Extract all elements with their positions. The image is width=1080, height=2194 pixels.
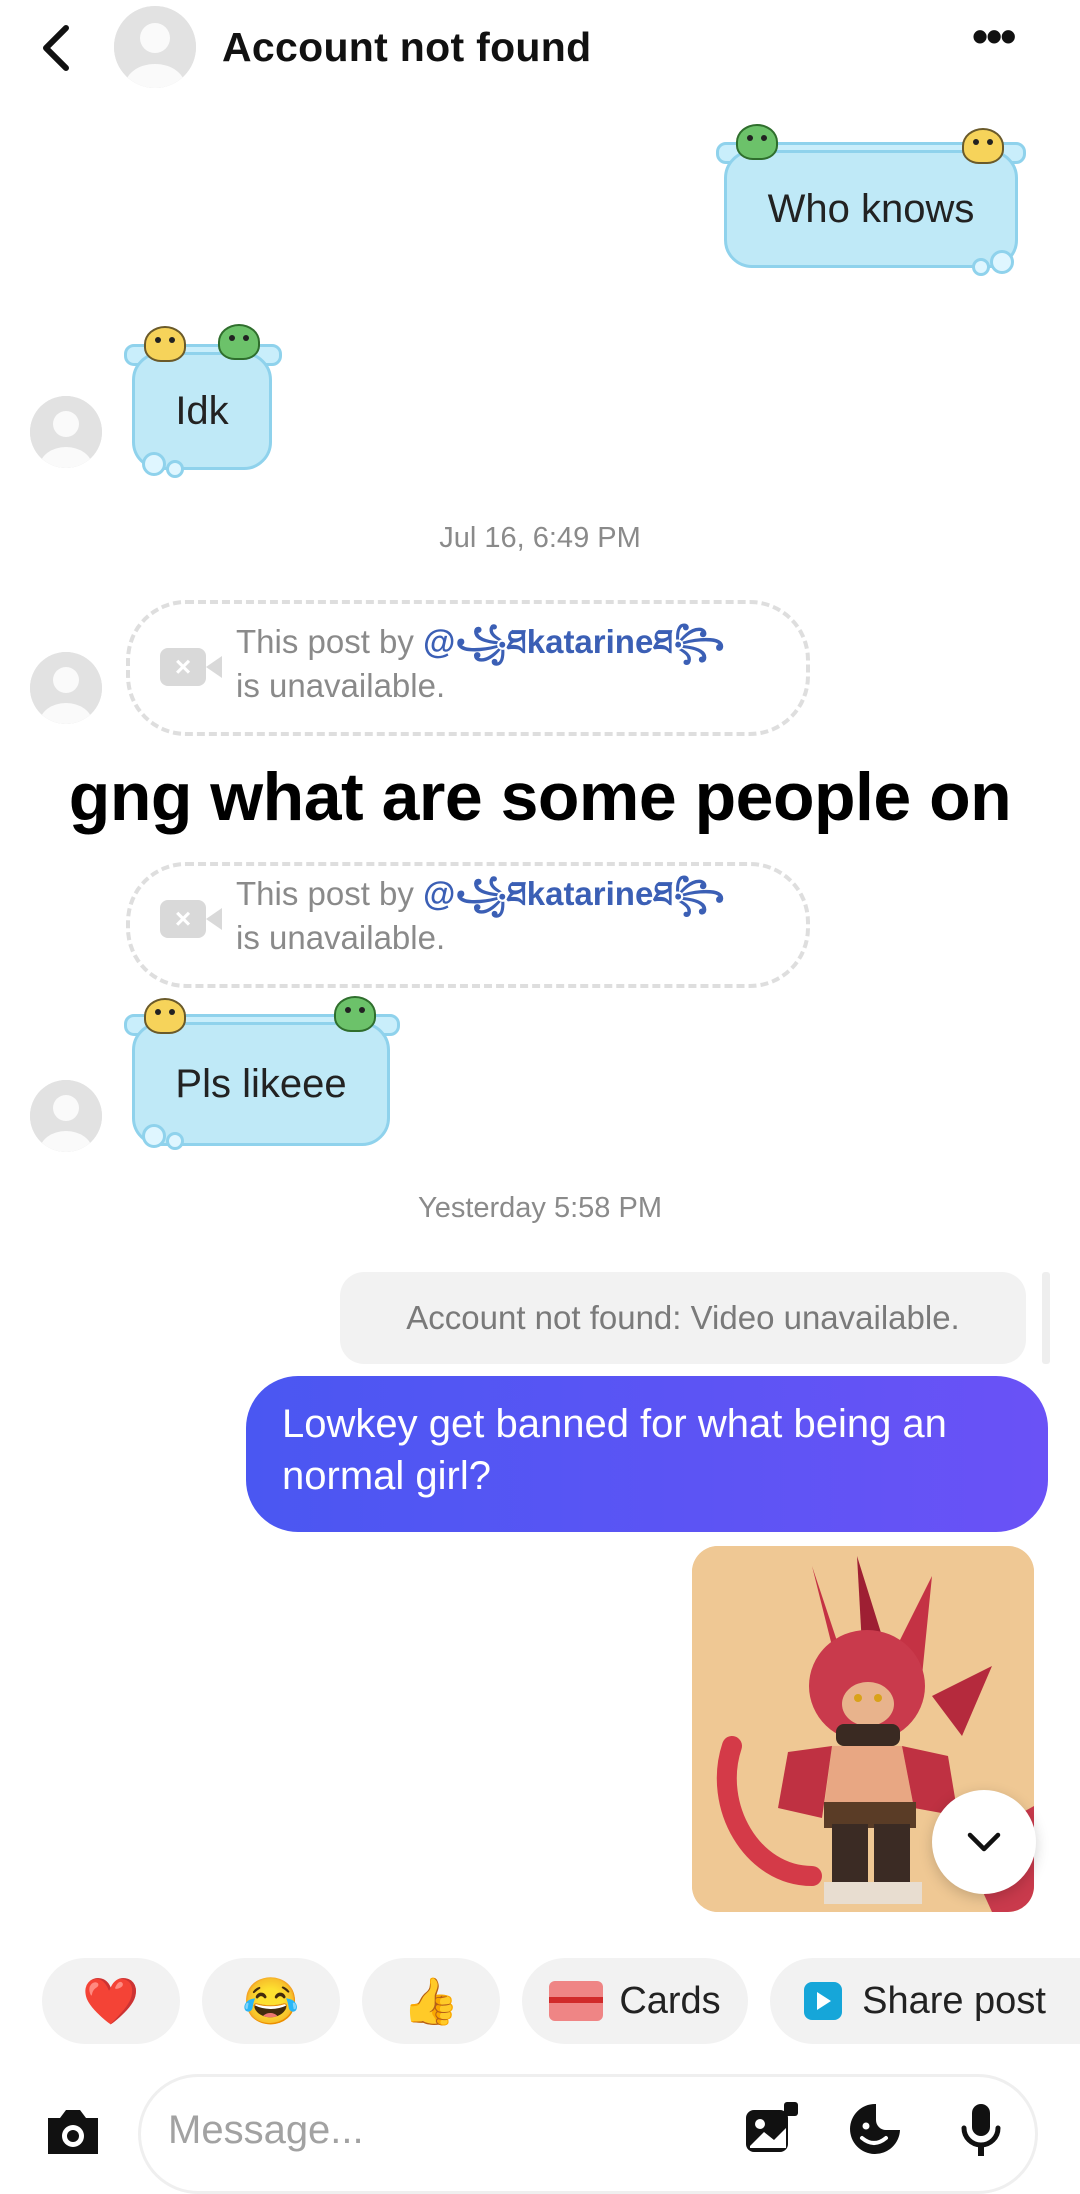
bubble-drop-icon bbox=[972, 258, 990, 276]
video-unavailable-icon: × bbox=[160, 648, 222, 686]
bubble-drop-icon bbox=[142, 452, 166, 476]
sender-avatar[interactable] bbox=[30, 1080, 102, 1152]
sticker-message-text: Who knows bbox=[767, 186, 975, 231]
share-post-button[interactable]: Share post bbox=[770, 1958, 1080, 2044]
post-text-prefix: This post by bbox=[236, 875, 424, 912]
sticker-smile-icon bbox=[850, 2104, 900, 2154]
cards-button[interactable]: Cards bbox=[522, 1958, 748, 2044]
post-text-suffix: is unavailable. bbox=[236, 667, 446, 704]
timestamp: Jul 16, 6:49 PM bbox=[439, 522, 641, 554]
chevron-left-icon bbox=[43, 25, 69, 71]
quick-reply-laugh[interactable]: 😂 bbox=[202, 1958, 340, 2044]
sent-message-text: Lowkey get banned for what being an norm… bbox=[282, 1402, 947, 1498]
microphone-icon bbox=[961, 2104, 1001, 2156]
post-text-prefix: This post by bbox=[236, 623, 424, 660]
camera-icon bbox=[48, 2110, 98, 2154]
more-options-icon[interactable]: ••• bbox=[972, 13, 1032, 66]
caption-overlay: gng what are some people on bbox=[68, 759, 1012, 835]
back-button[interactable] bbox=[34, 20, 80, 76]
contact-avatar[interactable] bbox=[114, 6, 196, 88]
frog-sticker-icon bbox=[218, 324, 260, 360]
camera-button[interactable] bbox=[42, 2100, 104, 2162]
bubble-drop-icon bbox=[142, 1124, 166, 1148]
video-unavailable-notice: Account not found: Video unavailable. bbox=[340, 1272, 1026, 1364]
sticker-message-text: Pls likeee bbox=[175, 1061, 347, 1106]
post-author-handle[interactable]: @꧁ཐkatarineཐ꧂ bbox=[423, 623, 725, 660]
chevron-down-icon bbox=[967, 1832, 1001, 1852]
notice-text: Account not found: Video unavailable. bbox=[406, 1299, 960, 1336]
video-unavailable-icon: × bbox=[160, 900, 222, 938]
duck-sticker-icon bbox=[962, 128, 1004, 164]
bubble-drop-icon bbox=[166, 460, 184, 478]
frog-sticker-icon bbox=[736, 124, 778, 160]
notice-divider bbox=[1042, 1272, 1050, 1364]
post-author-handle[interactable]: @꧁ཐkatarineཐ꧂ bbox=[423, 875, 725, 912]
heart-icon: ❤️ bbox=[82, 1974, 140, 2027]
chat-title[interactable]: Account not found bbox=[222, 24, 591, 71]
sticker-message-text: Idk bbox=[175, 388, 229, 433]
share-post-label: Share post bbox=[862, 1979, 1046, 2022]
scroll-to-bottom-button[interactable] bbox=[932, 1790, 1036, 1894]
gallery-button[interactable] bbox=[742, 2100, 800, 2158]
duck-sticker-icon bbox=[144, 326, 186, 362]
sender-avatar[interactable] bbox=[30, 652, 102, 724]
sticker-message-out[interactable]: Who knows bbox=[724, 150, 1018, 268]
play-icon bbox=[804, 1982, 843, 2020]
quick-reply-thumbs-up[interactable]: 👍 bbox=[362, 1958, 500, 2044]
timestamp: Yesterday 5:58 PM bbox=[418, 1192, 662, 1224]
sticker-button[interactable] bbox=[846, 2100, 904, 2158]
post-text-suffix: is unavailable. bbox=[236, 919, 446, 956]
unavailable-post-text: This post by @꧁ཐkatarineཐ꧂ is unavailabl… bbox=[236, 872, 725, 960]
frog-sticker-icon bbox=[334, 996, 376, 1032]
image-icon bbox=[746, 2102, 798, 2152]
laughing-face-icon: 😂 bbox=[242, 1974, 300, 2027]
voice-message-button[interactable] bbox=[952, 2100, 1010, 2158]
sent-message[interactable]: Lowkey get banned for what being an norm… bbox=[246, 1376, 1048, 1532]
bubble-drop-icon bbox=[166, 1132, 184, 1150]
quick-reply-heart[interactable]: ❤️ bbox=[42, 1958, 180, 2044]
thumbs-up-icon: 👍 bbox=[402, 1974, 460, 2027]
message-input[interactable]: Message... bbox=[168, 2108, 364, 2153]
unavailable-post-text: This post by @꧁ཐkatarineཐ꧂ is unavailabl… bbox=[236, 620, 725, 708]
gift-card-icon bbox=[549, 1981, 604, 2021]
duck-sticker-icon bbox=[144, 998, 186, 1034]
sender-avatar[interactable] bbox=[30, 396, 102, 468]
bubble-drop-icon bbox=[990, 250, 1014, 274]
cards-label: Cards bbox=[619, 1979, 721, 2022]
sticker-message-in[interactable]: Pls likeee bbox=[132, 1022, 390, 1146]
